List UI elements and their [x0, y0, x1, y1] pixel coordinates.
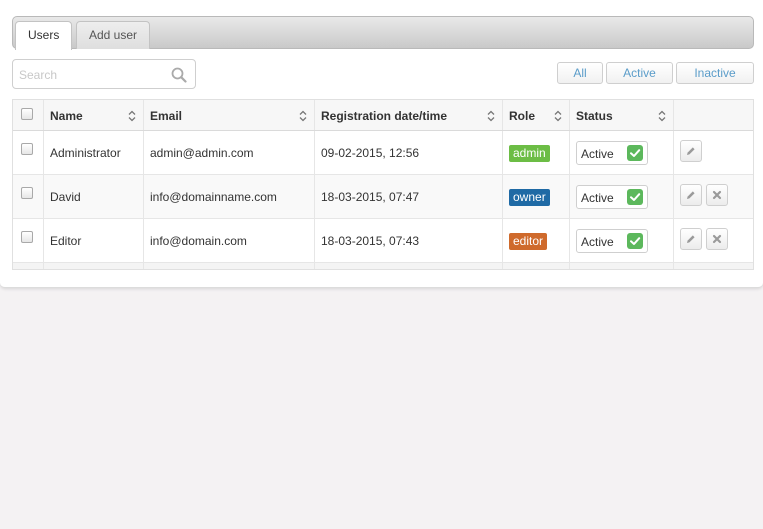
table-footer-strip	[13, 263, 753, 269]
filter-inactive-button[interactable]: Inactive	[676, 62, 754, 84]
email-cell: info@domainname.com	[144, 175, 315, 218]
search-input[interactable]	[19, 66, 164, 84]
row-select-cell	[13, 131, 44, 174]
users-panel: Users Add user All Active Inactive Name …	[0, 0, 763, 288]
status-dropdown[interactable]: Active	[576, 229, 648, 253]
column-label: Role	[509, 109, 536, 123]
actions-cell	[674, 131, 753, 174]
row-select-cell	[13, 219, 44, 262]
tab-add-user[interactable]: Add user	[76, 21, 151, 49]
edit-button[interactable]	[680, 140, 702, 162]
column-label: Email	[150, 109, 183, 123]
checkmark-icon	[627, 233, 643, 249]
status-dropdown[interactable]: Active	[576, 185, 648, 209]
column-name[interactable]: Name	[44, 100, 144, 130]
pencil-icon	[687, 235, 695, 243]
email-cell: admin@admin.com	[144, 131, 315, 174]
role-cell: editor	[503, 219, 570, 262]
edit-button[interactable]	[680, 228, 702, 250]
footer-cell	[144, 263, 315, 269]
status-dropdown[interactable]: Active	[576, 141, 648, 165]
filter-all-button[interactable]: All	[557, 62, 603, 84]
sort-icon[interactable]	[554, 110, 562, 122]
table-row: Editor info@domain.com 18-03-2015, 07:43…	[13, 219, 753, 263]
table-header: Name Email Registration date/time Role S…	[13, 100, 753, 131]
footer-cell	[570, 263, 674, 269]
column-label: Registration date/time	[321, 109, 448, 123]
footer-cell	[503, 263, 570, 269]
column-role[interactable]: Role	[503, 100, 570, 130]
status-value: Active	[581, 235, 614, 249]
status-value: Active	[581, 147, 614, 161]
sort-icon[interactable]	[487, 110, 495, 122]
status-cell: Active	[570, 131, 674, 174]
select-all-checkbox[interactable]	[21, 108, 33, 120]
actions-cell	[674, 175, 753, 218]
edit-button[interactable]	[680, 184, 702, 206]
column-status[interactable]: Status	[570, 100, 674, 130]
row-checkbox[interactable]	[21, 187, 33, 199]
user-name: Administrator	[50, 146, 121, 160]
role-badge: admin	[509, 145, 550, 162]
name-cell: Administrator	[44, 131, 144, 174]
header-select-cell	[13, 100, 44, 130]
filter-active-button[interactable]: Active	[606, 62, 673, 84]
pencil-icon	[687, 191, 695, 199]
status-cell: Active	[570, 175, 674, 218]
user-registration: 18-03-2015, 07:47	[321, 190, 420, 204]
pencil-icon	[687, 147, 695, 155]
sort-icon[interactable]	[299, 110, 307, 122]
role-cell: owner	[503, 175, 570, 218]
footer-cell	[44, 263, 144, 269]
role-badge: owner	[509, 189, 550, 206]
row-select-cell	[13, 175, 44, 218]
email-cell: info@domain.com	[144, 219, 315, 262]
name-cell: Editor	[44, 219, 144, 262]
user-email: admin@admin.com	[150, 146, 254, 160]
footer-cell	[674, 263, 753, 269]
user-email: info@domainname.com	[150, 190, 277, 204]
delete-button[interactable]	[706, 184, 728, 206]
footer-cell	[315, 263, 503, 269]
close-icon	[712, 190, 722, 200]
tab-bar: Users Add user	[12, 16, 754, 50]
delete-button[interactable]	[706, 228, 728, 250]
sort-icon[interactable]	[128, 110, 136, 122]
actions-cell	[674, 219, 753, 262]
status-cell: Active	[570, 219, 674, 262]
user-registration: 09-02-2015, 12:56	[321, 146, 420, 160]
row-checkbox[interactable]	[21, 231, 33, 243]
column-actions	[674, 100, 753, 130]
search-box	[12, 59, 196, 89]
role-cell: admin	[503, 131, 570, 174]
user-registration: 18-03-2015, 07:43	[321, 234, 420, 248]
close-icon	[712, 234, 722, 244]
row-checkbox[interactable]	[21, 143, 33, 155]
search-icon[interactable]	[171, 67, 187, 83]
checkmark-icon	[627, 189, 643, 205]
status-value: Active	[581, 191, 614, 205]
table-row: Administrator admin@admin.com 09-02-2015…	[13, 131, 753, 175]
sort-icon[interactable]	[658, 110, 666, 122]
column-registration[interactable]: Registration date/time	[315, 100, 503, 130]
table-row: David info@domainname.com 18-03-2015, 07…	[13, 175, 753, 219]
registration-cell: 18-03-2015, 07:43	[315, 219, 503, 262]
registration-cell: 18-03-2015, 07:47	[315, 175, 503, 218]
users-table: Name Email Registration date/time Role S…	[12, 99, 754, 270]
user-name: David	[50, 190, 81, 204]
registration-cell: 09-02-2015, 12:56	[315, 131, 503, 174]
column-email[interactable]: Email	[144, 100, 315, 130]
user-name: Editor	[50, 234, 82, 248]
role-badge: editor	[509, 233, 548, 250]
name-cell: David	[44, 175, 144, 218]
checkmark-icon	[627, 145, 643, 161]
column-label: Status	[576, 109, 613, 123]
column-label: Name	[50, 109, 83, 123]
user-email: info@domain.com	[150, 234, 247, 248]
footer-cell	[13, 263, 44, 269]
tab-users[interactable]: Users	[15, 21, 73, 50]
